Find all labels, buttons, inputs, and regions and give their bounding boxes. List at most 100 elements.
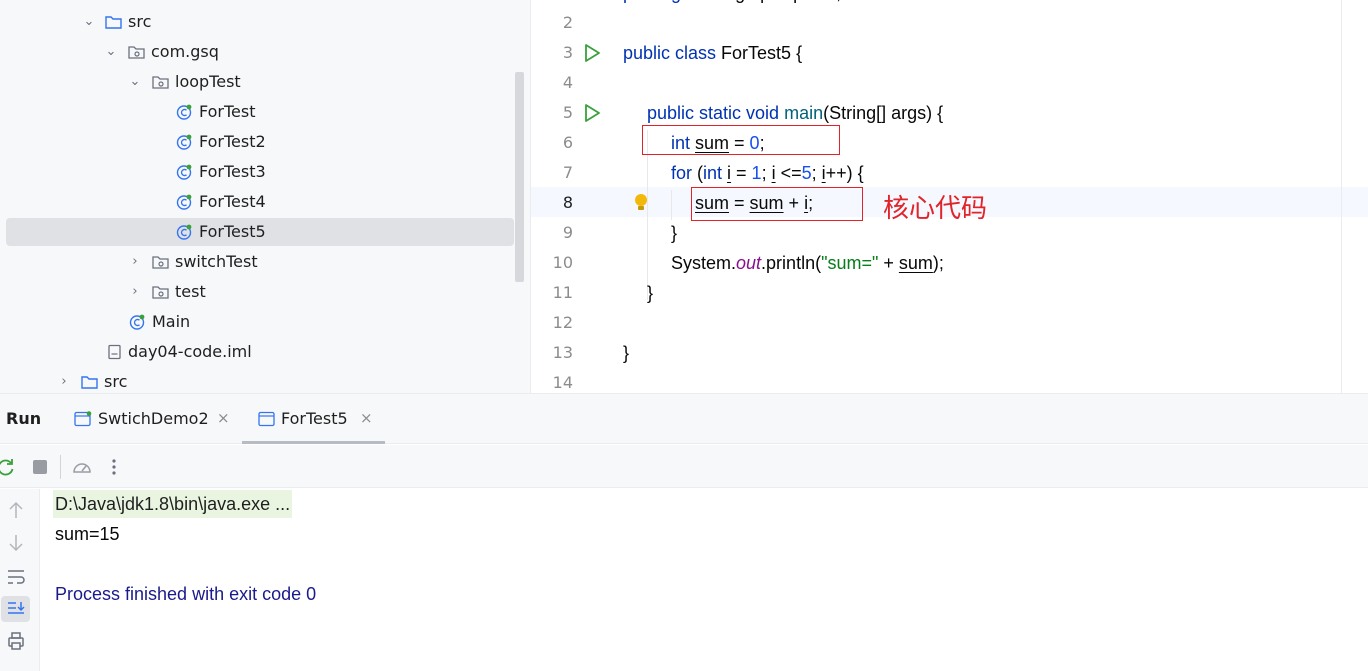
code-line-11: } [647,283,654,303]
tree-item-label: ForTest [199,102,256,121]
run-panel-title: Run [6,409,42,428]
code-line-7: for (int i = 1; i <=5; i++) { [671,158,864,188]
line-number: 12 [552,313,573,332]
tree-item-label: day04-code.iml [128,342,252,361]
console-output[interactable]: D:\Java\jdk1.8\bin\java.exe ... sum=15 P… [40,489,1368,671]
line-number: 9 [562,223,573,242]
profiler-icon[interactable] [72,457,92,477]
arrow-up-icon[interactable] [5,499,27,521]
chevron-right-icon[interactable]: › [57,368,71,393]
tree-item-package[interactable]: ⌄ loopTest [6,68,514,96]
code-token: out [736,253,762,273]
tree-item-label: src [104,372,128,391]
console-command-line[interactable]: D:\Java\jdk1.8\bin\java.exe ... [53,490,293,518]
line-number: 10 [552,253,573,272]
package-icon [152,286,169,299]
package-icon [128,46,145,59]
tree-item-src[interactable]: › src [6,368,514,393]
line-number: 3 [562,43,573,62]
core-code-annotation: 核心代码 [883,194,988,224]
code-token: ; [761,163,772,183]
package-icon [152,76,169,89]
stop-icon[interactable] [30,457,50,477]
toolbar-separator [60,455,61,479]
folder-icon [105,16,122,29]
code-token: ); [932,253,944,273]
chevron-down-icon[interactable]: ⌄ [128,68,142,96]
tree-item-package[interactable]: › test [6,278,514,306]
tree-item-package[interactable]: ⌄ com.gsq [6,38,514,66]
line-number: 5 [562,103,573,122]
tree-item-label: ForTest3 [199,162,266,181]
close-icon[interactable]: × [217,409,230,427]
code-line-1: package com.gsq.loopTest; [623,0,841,8]
run-class-icon[interactable] [583,38,601,68]
tree-item-label: Main [152,312,191,331]
console-side-toolbar [0,489,40,671]
chevron-down-icon[interactable]: ⌄ [82,8,96,36]
code-token: 5 [801,163,812,183]
code-token: 1 [751,163,762,183]
tree-item-class[interactable]: ForTest [6,98,514,126]
java-class-icon [176,224,192,240]
code-editor[interactable]: 2 3 4 5 6 7 8 9 10 11 12 13 14 package c… [530,0,1368,393]
soft-wrap-icon[interactable] [5,566,27,588]
tree-item-class-selected[interactable]: ForTest5 [6,218,514,246]
tree-item-class[interactable]: ForTest2 [6,128,514,156]
code-token: + [878,253,899,273]
line-number: 7 [562,163,573,182]
run-config-icon [258,411,275,427]
line-number: 11 [552,283,573,302]
editor-scrollbar[interactable] [1341,0,1342,393]
folder-icon [81,376,98,389]
chevron-right-icon[interactable]: › [128,278,142,306]
code-token: public class [623,43,722,63]
chevron-down-icon[interactable]: ⌄ [104,38,118,66]
scroll-to-end-icon[interactable] [5,598,27,620]
tree-item-class[interactable]: Main [6,308,514,336]
tree-item-package[interactable]: › switchTest [6,248,514,276]
rerun-icon[interactable] [0,457,16,477]
tab-fortest5[interactable]: ForTest5 × [256,394,386,444]
code-token: <= [775,163,802,183]
tree-item-file[interactable]: day04-code.iml [6,338,514,366]
code-line-9: } [671,223,678,243]
code-token: .println( [761,253,822,273]
tree-item-label: switchTest [175,252,258,271]
print-icon[interactable] [5,630,27,652]
run-main-icon[interactable] [583,98,601,128]
highlight-box-core [691,187,863,221]
tree-item-class[interactable]: ForTest3 [6,158,514,186]
close-icon[interactable]: × [360,409,373,427]
line-number: 14 [552,373,573,392]
tree-item-src[interactable]: ⌄ src [6,8,514,36]
java-class-icon [176,194,192,210]
intention-bulb-icon[interactable] [632,192,650,214]
run-tab-bar: Run SwtichDemo2 × ForTest5 × [0,393,1368,444]
tree-item-label: com.gsq [151,42,219,61]
tree-item-label: test [175,282,206,301]
line-number-current: 8 [562,193,573,212]
console-exit-line: Process finished with exit code 0 [55,584,317,604]
tree-scrollbar[interactable] [515,72,524,282]
more-options-icon[interactable] [104,457,124,477]
code-line-10: System.out.println("sum=" + sum); [671,248,944,278]
code-token: System. [671,253,737,273]
code-token: public static void [647,103,785,123]
code-token: = [731,163,752,183]
code-token: main [784,103,824,123]
tree-item-label: ForTest5 [199,222,266,241]
tree-item-label: ForTest2 [199,132,266,151]
run-toolbar [0,445,1368,488]
tab-swtichdemo2[interactable]: SwtichDemo2 × [72,394,242,444]
code-token: ForTest5 { [721,43,803,63]
arrow-down-icon[interactable] [5,532,27,554]
java-class-icon [129,314,145,330]
tree-item-label: loopTest [175,72,241,91]
chevron-right-icon[interactable]: › [128,248,142,276]
indent-guide [647,130,648,300]
tree-item-class[interactable]: ForTest4 [6,188,514,216]
code-token: int [703,163,728,183]
tree-item-label: src [128,12,152,31]
tab-label: SwtichDemo2 [98,409,209,428]
